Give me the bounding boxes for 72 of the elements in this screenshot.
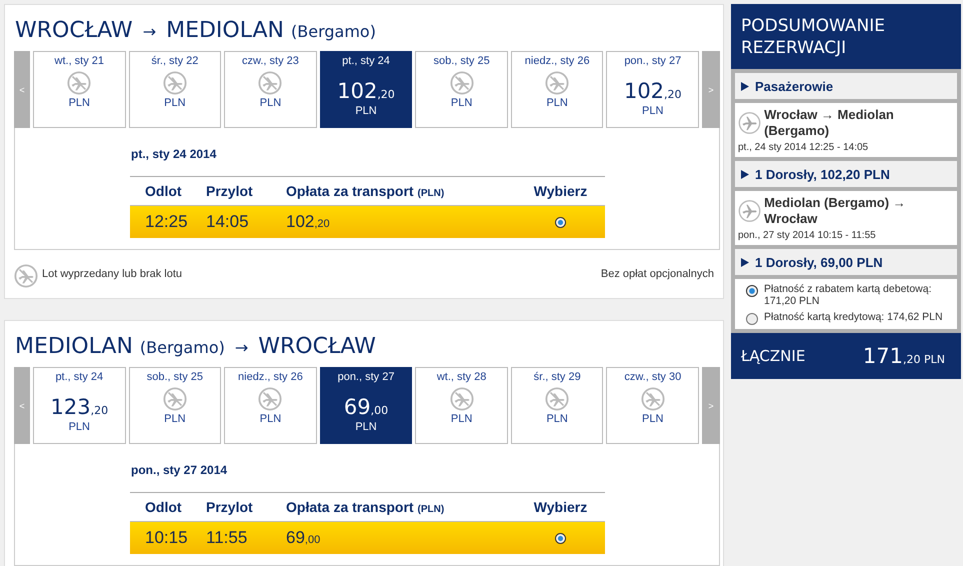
selected-date: pt., sty 24 2014 [130, 146, 218, 163]
total-amount: 171,20 PLN [862, 344, 945, 368]
fees-note: Bez opłat opcjonalnych [600, 268, 714, 280]
no-flight-icon [162, 71, 187, 95]
no-flight-icon [450, 387, 474, 411]
segment-time: pon., 27 sty 2014 10:15 - 11:55 [738, 230, 877, 241]
payment-radio[interactable] [746, 313, 758, 325]
total-label: ŁĄCZNIE [741, 347, 806, 365]
column-header: Przylot [206, 183, 254, 199]
no-flight-icon [545, 387, 570, 411]
expander-row[interactable]: 1 Dorosły, 102,20 PLN [735, 161, 957, 187]
date-tab[interactable]: niedz., sty 26 PLN [224, 367, 317, 444]
destination-city: MEDIOLAN (Bergamo) [166, 18, 376, 43]
column-header: Opłata za transport (PLN) [286, 183, 446, 199]
date-tab[interactable]: czw., sty 23 PLN [224, 51, 317, 128]
payment-option: Płatność z rabatem kartą debetową: 171,20 PLN [764, 283, 953, 307]
date-tab[interactable]: niedz., sty 26 PLN [510, 51, 604, 128]
segment-route: Wrocław → Mediolan (Bergamo) [764, 107, 895, 139]
date-tab[interactable]: pt., sty 24 123,20 PLN [33, 367, 126, 444]
column-header: Odlot [144, 499, 183, 515]
column-header: Opłata za transport (PLN) [286, 499, 446, 515]
date-tab[interactable]: pon., sty 27 69,00 PLN [320, 367, 412, 444]
date-tab[interactable]: śr., sty 29 PLN [510, 367, 604, 444]
column-header: Odlot [144, 183, 183, 199]
legend-text: Lot wyprzedany lub brak lotu [42, 268, 182, 280]
date-tab[interactable]: czw., sty 30 PLN [606, 367, 700, 444]
destination-city: WROCŁAW [258, 334, 376, 359]
origin-city: MEDIOLAN (Bergamo) [15, 334, 225, 359]
date-tab[interactable]: śr., sty 22 PLN [128, 51, 222, 128]
summary-title: PODSUMOWANIE REZERWACJI [731, 4, 961, 69]
expander-row[interactable]: 1 Dorosły, 69,00 PLN [735, 249, 957, 275]
origin-city: WROCŁAW [15, 18, 133, 43]
plane-icon [738, 199, 762, 223]
departure-time: 12:25 [145, 212, 188, 231]
segment-route: Mediolan (Bergamo) → Wrocław [764, 195, 907, 227]
arrival-time: 14:05 [206, 212, 249, 231]
expander-row[interactable]: Pasażerowie [735, 73, 957, 99]
date-tab[interactable]: wt., sty 21 PLN [33, 51, 126, 128]
segment-time: pt., 24 sty 2014 12:25 - 14:05 [738, 142, 870, 153]
triangle-icon [741, 170, 749, 178]
column-header: Przylot [206, 499, 254, 515]
payment-option: Płatność kartą kredytową: 174,62 PLN [764, 311, 943, 323]
selected-date: pon., sty 27 2014 [130, 462, 228, 479]
route-arrow: → [142, 22, 156, 41]
date-tab[interactable]: sob., sty 25 PLN [415, 51, 508, 128]
no-flight-icon [258, 71, 282, 95]
column-header: Wybierz [532, 499, 588, 515]
plane-icon [738, 111, 762, 135]
fare-price: 69,00 [286, 528, 320, 547]
no-flight-icon [258, 387, 282, 411]
flight-row[interactable]: 10:15 11:55 69,00 [130, 521, 605, 554]
date-tab[interactable]: sob., sty 25 PLN [128, 367, 222, 444]
no-flight-icon [67, 71, 92, 95]
select-radio[interactable] [555, 216, 566, 228]
route-arrow: → [234, 338, 248, 357]
payment-radio[interactable] [746, 285, 758, 297]
column-header: Wybierz [532, 183, 588, 199]
date-tab[interactable]: pt., sty 24 102,20 PLN [320, 51, 412, 128]
triangle-icon [741, 82, 749, 90]
date-tab[interactable]: pon., sty 27 102,20 PLN [606, 51, 700, 128]
no-flight-icon [450, 71, 474, 95]
select-radio[interactable] [555, 532, 566, 544]
departure-time: 10:15 [145, 528, 188, 547]
triangle-icon [741, 258, 749, 266]
arrival-time: 11:55 [206, 528, 248, 547]
flight-row[interactable]: 12:25 14:05 102,20 [130, 205, 605, 238]
no-flight-icon [14, 264, 38, 288]
date-tab[interactable]: wt., sty 28 PLN [415, 367, 508, 444]
no-flight-icon [545, 71, 570, 95]
fare-price: 102,20 [286, 212, 330, 231]
no-flight-icon [162, 387, 187, 411]
no-flight-icon [640, 387, 665, 411]
